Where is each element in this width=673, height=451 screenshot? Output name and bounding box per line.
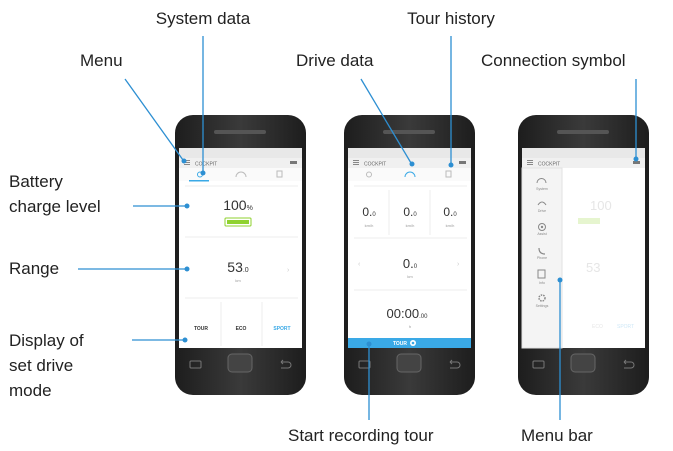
- faded-battery-value: 100: [590, 198, 612, 213]
- faded-battery-fill: [578, 218, 600, 224]
- label-display-line1: Display of: [9, 331, 84, 350]
- mode-tour-button[interactable]: TOUR: [194, 326, 208, 332]
- label-range: Range: [9, 259, 60, 278]
- battery-fill: [227, 220, 249, 224]
- speed-average-unit: km/h: [406, 223, 415, 228]
- label-connection-symbol: Connection symbol: [481, 51, 626, 70]
- faded-mode-eco: ECO: [592, 324, 603, 330]
- start-tour-bar[interactable]: [348, 338, 471, 348]
- phone-menu-bar: COCKPIT 100 53 System Drive Assist Phone…: [518, 115, 649, 395]
- home-key[interactable]: [570, 353, 596, 373]
- tour-button-label: TOUR: [393, 341, 407, 347]
- mode-eco-button[interactable]: ECO: [236, 326, 247, 332]
- label-menu: Menu: [80, 51, 123, 70]
- menu-item-info[interactable]: Info: [539, 281, 545, 285]
- label-display-line2: set drive: [9, 356, 74, 375]
- phone-drive-data: COCKPIT 0.0 km/h 0.0 km/h 0.0 km/h 0.0 k…: [344, 115, 475, 395]
- active-tab-indicator: [189, 180, 209, 182]
- range-unit: km: [235, 278, 241, 283]
- time-unit: h: [409, 324, 411, 329]
- menu-item-system[interactable]: System: [536, 187, 548, 191]
- label-display-line3: mode: [9, 381, 52, 400]
- menu-item-assist[interactable]: Assist: [537, 232, 546, 236]
- battery-status-icon: [459, 161, 466, 164]
- menu-item-phone[interactable]: Phone: [537, 256, 547, 260]
- phone-speaker: [557, 130, 609, 134]
- menu-icon[interactable]: [527, 160, 533, 165]
- label-battery-line2: charge level: [9, 197, 101, 216]
- label-system-data: System data: [155, 9, 251, 28]
- connection-icon: [633, 161, 640, 164]
- label-battery-line1: Battery: [9, 172, 63, 191]
- menu-item-drive[interactable]: Drive: [538, 209, 546, 213]
- label-drive-data: Drive data: [296, 51, 374, 70]
- battery-status-icon: [290, 161, 297, 164]
- speed-max-unit: km/h: [446, 223, 455, 228]
- faded-mode-sport: SPORT: [617, 324, 634, 330]
- label-start-recording: Start recording tour: [288, 426, 434, 445]
- home-key[interactable]: [227, 353, 253, 373]
- speed-current-unit: km/h: [365, 223, 374, 228]
- home-key[interactable]: [396, 353, 422, 373]
- distance-unit: km: [407, 274, 413, 279]
- phone-speaker: [214, 130, 266, 134]
- app-title: COCKPIT: [195, 162, 217, 168]
- label-menu-bar: Menu bar: [521, 426, 593, 445]
- app-title: COCKPIT: [538, 162, 560, 168]
- callout-line-menu: [124, 78, 184, 161]
- faded-range-value: 53: [586, 260, 600, 275]
- label-tour-history: Tour history: [407, 9, 495, 28]
- app-title: COCKPIT: [364, 162, 386, 168]
- phone-speaker: [383, 130, 435, 134]
- mode-sport-button[interactable]: SPORT: [273, 326, 290, 332]
- menu-item-settings[interactable]: Settings: [536, 304, 549, 308]
- phone-system-data: COCKPIT 100% 53.0 km › TOUR ECO SPORT: [175, 115, 306, 395]
- menu-icon[interactable]: [353, 160, 359, 165]
